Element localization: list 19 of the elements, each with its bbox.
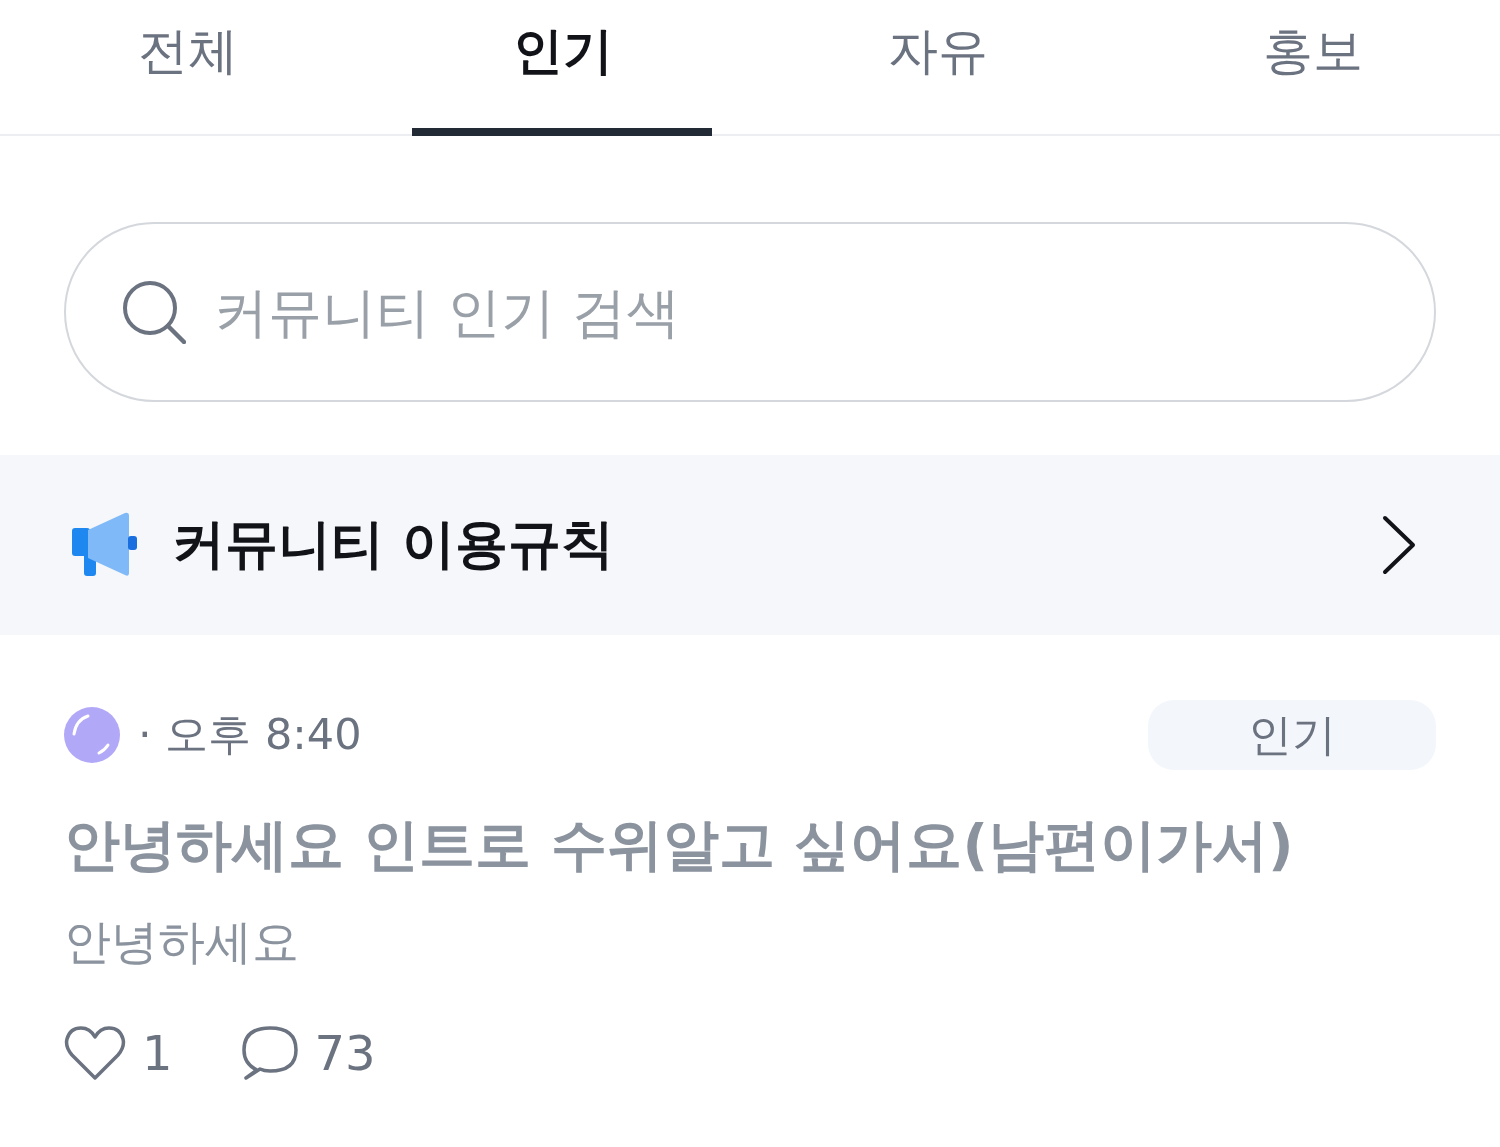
category-tag: 인기 — [1148, 700, 1436, 770]
search-field[interactable]: 커뮤니티 인기 검색 — [64, 222, 1436, 402]
category-tab[interactable]: 홍보 — [1125, 0, 1500, 134]
category-tab[interactable]: 자유 — [750, 0, 1125, 134]
notice-banner[interactable]: 커뮤니티 이용규칙 — [0, 455, 1500, 635]
post-title[interactable]: 안녕하세요 인트로 수위알고 싶어요(남편이가서) — [64, 805, 1294, 885]
post-time: · 오후 8:40 — [138, 708, 362, 761]
like-count: 1 — [142, 1025, 173, 1081]
chevron-right-icon — [1382, 515, 1416, 575]
megaphone-icon — [72, 512, 138, 578]
comment-count: 73 — [314, 1025, 376, 1081]
notice-title: 커뮤니티 이용규칙 — [172, 512, 615, 576]
category-tab[interactable]: 인기 — [375, 0, 750, 134]
category-tab[interactable]: 전체 — [0, 0, 375, 134]
heart-icon — [64, 1025, 126, 1081]
comment-icon — [240, 1025, 299, 1081]
search-icon — [122, 280, 186, 344]
post-excerpt: 안녕하세요 — [64, 913, 299, 971]
avatar-icon — [64, 707, 120, 763]
